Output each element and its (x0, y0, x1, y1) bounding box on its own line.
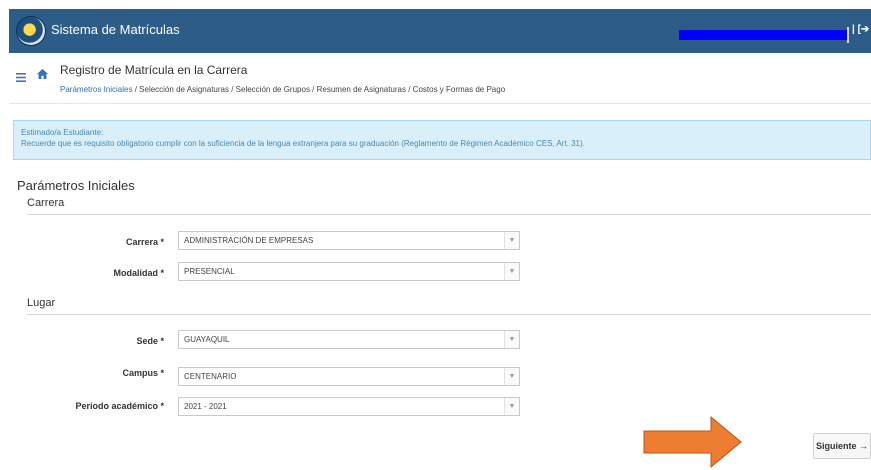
caret-down-icon[interactable]: ▼ (504, 331, 519, 348)
caret-down-icon[interactable]: ▼ (504, 263, 519, 280)
breadcrumb-item-resumen: Resumen de Asignaturas (316, 85, 406, 94)
navbar-divider (847, 27, 849, 43)
section-carrera: Carrera (27, 197, 65, 209)
top-navbar: Sistema de Matrículas | [➔ Salir (9, 9, 871, 53)
app-title: Sistema de Matrículas (51, 22, 180, 37)
home-icon[interactable] (37, 66, 48, 84)
sede-select[interactable]: GUAYAQUIL ▼ (178, 330, 520, 349)
periodo-label: Período académico * (75, 401, 164, 411)
alert-greeting: Estimado/a Estudiante: (21, 128, 104, 137)
breadcrumb-item-parametros[interactable]: Parámetros Iniciales (60, 85, 132, 94)
caret-down-icon[interactable]: ▼ (504, 232, 519, 249)
carrera-label: Carrera * (125, 237, 164, 247)
caret-down-icon[interactable]: ▼ (504, 368, 519, 385)
breadcrumb-item-costos: Costos y Formas de Pago (412, 85, 506, 94)
campus-label: Campus * (122, 368, 164, 378)
menu-icon[interactable] (16, 71, 26, 85)
caret-down-icon[interactable]: ▼ (504, 398, 519, 415)
alert-message: Recuerde que es requisito obligatorio cu… (21, 139, 585, 148)
modalidad-select[interactable]: PRESENCIAL ▼ (178, 262, 520, 281)
section-divider (27, 214, 871, 215)
info-alert: Estimado/a Estudiante: Recuerde que es r… (13, 120, 871, 160)
redacted-user-name (679, 30, 849, 40)
section-lugar: Lugar (27, 297, 56, 309)
university-logo-icon (17, 17, 45, 45)
form-title: Parámetros Iniciales (17, 178, 135, 193)
breadcrumb-item-asignaturas: Selección de Asignaturas (139, 85, 229, 94)
logout-link[interactable]: | [➔ Salir (852, 24, 871, 35)
section-divider (27, 314, 871, 315)
page-title: Registro de Matrícula en la Carrera (60, 63, 248, 77)
sede-label: Sede * (136, 336, 164, 346)
breadcrumb-item-grupos: Selección de Grupos (235, 85, 310, 94)
periodo-select[interactable]: 2021 - 2021 ▼ (178, 397, 520, 416)
annotation-arrow-icon (643, 416, 742, 468)
breadcrumb: Parámetros Iniciales / Selección de Asig… (60, 85, 506, 94)
campus-select[interactable]: CENTENARIO ▼ (178, 367, 520, 386)
carrera-select[interactable]: ADMINISTRACIÓN DE EMPRESAS ▼ (178, 231, 520, 250)
page-header: Registro de Matrícula en la Carrera Pará… (9, 53, 871, 104)
modalidad-label: Modalidad * (113, 268, 164, 278)
next-button[interactable]: Siguiente → (813, 433, 871, 459)
